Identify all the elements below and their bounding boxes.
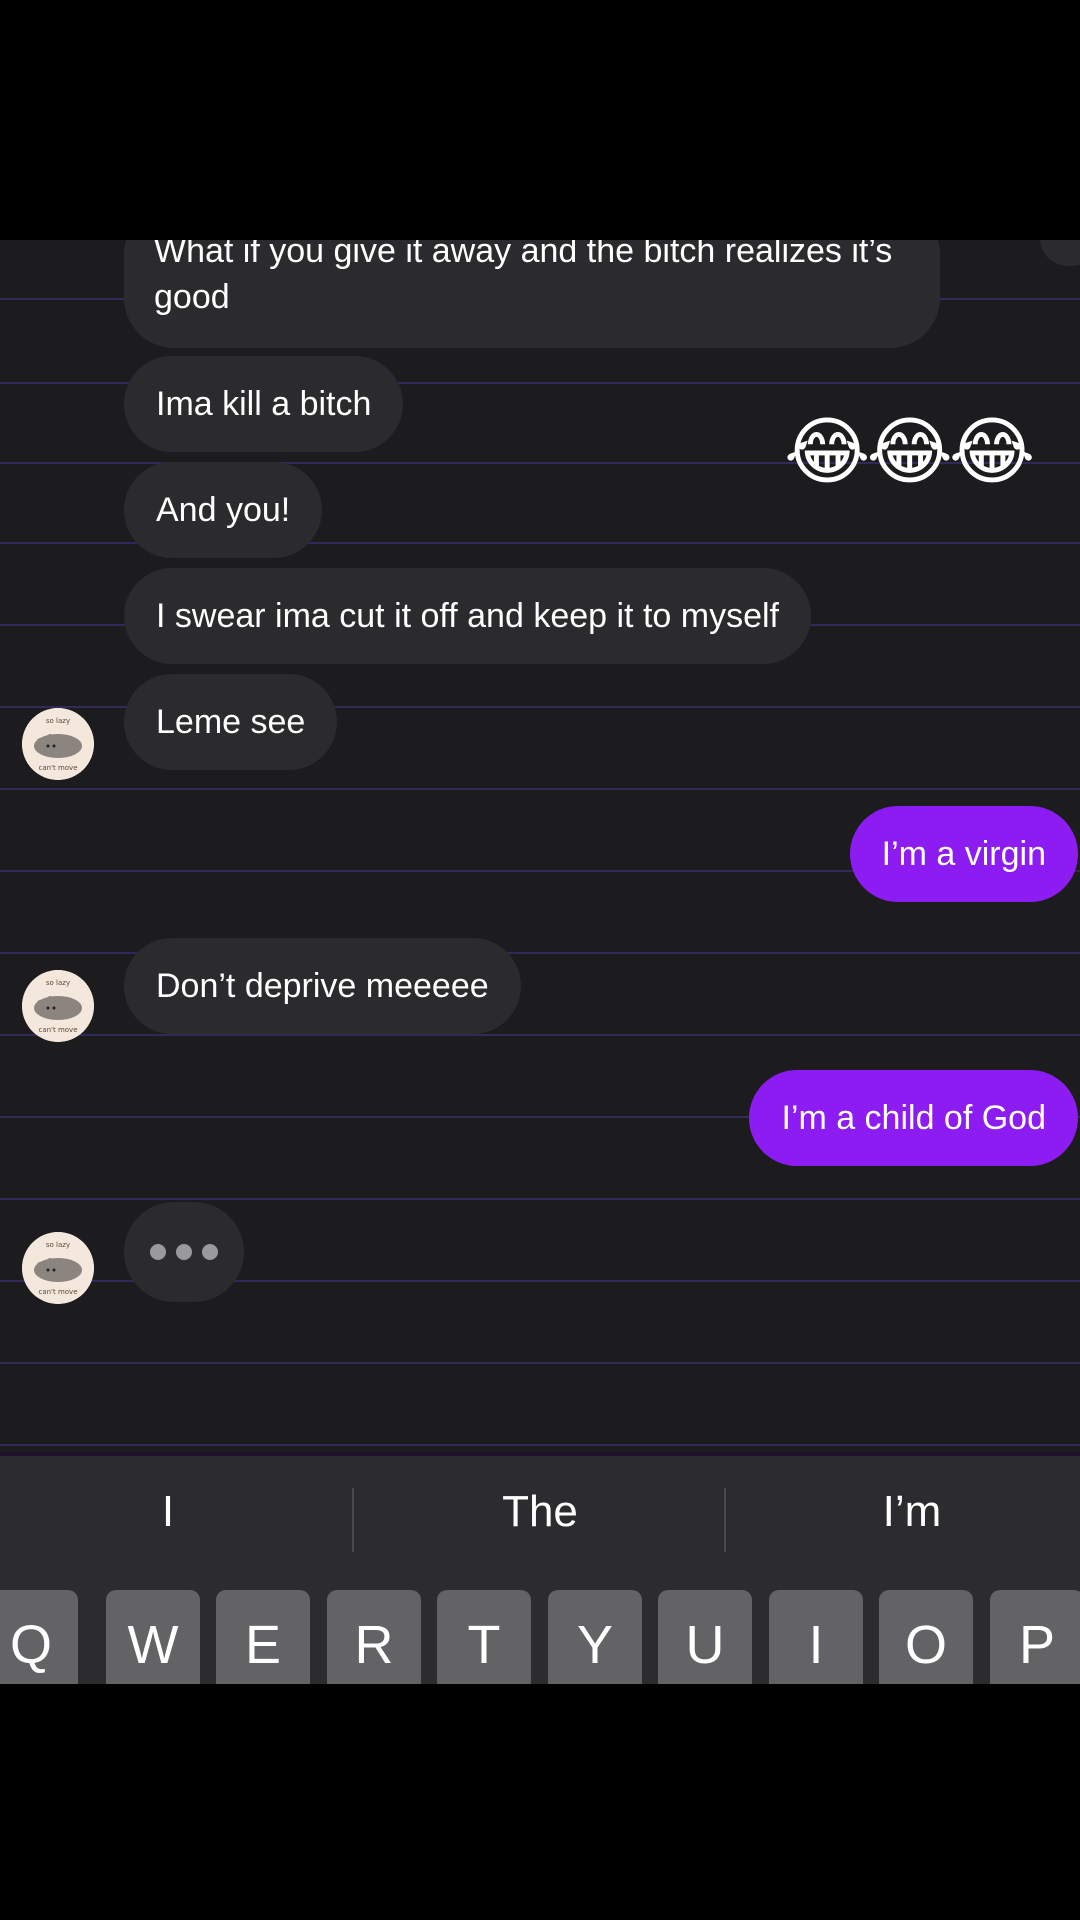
key-w[interactable]: W xyxy=(106,1590,200,1684)
message-bubble-incoming[interactable]: And you! xyxy=(124,462,323,558)
message-text: I’m a virgin xyxy=(881,835,1046,873)
key-u[interactable]: U xyxy=(658,1590,752,1684)
message-text: I swear ima cut it off and keep it to my… xyxy=(156,597,779,635)
key-p[interactable]: P xyxy=(990,1590,1080,1684)
cat-avatar-icon: so lazy can't move xyxy=(22,708,94,780)
background-line xyxy=(0,1034,1080,1036)
key-o[interactable]: O xyxy=(879,1590,973,1684)
suggestion-1[interactable]: I xyxy=(0,1482,348,1542)
avatar-caption-top: so lazy xyxy=(46,1241,70,1249)
reaction-emoji: 😂😂😂 xyxy=(784,409,1035,495)
avatar-caption-bottom: can't move xyxy=(38,1288,77,1296)
key-t[interactable]: T xyxy=(437,1590,531,1684)
cat-avatar-icon: so lazy can't move xyxy=(22,1232,94,1304)
keyboard: I The I’m Q W E R T Y U I O P xyxy=(0,1452,1080,1684)
avatar-caption-bottom: can't move xyxy=(38,764,77,772)
key-y[interactable]: Y xyxy=(548,1590,642,1684)
avatar-caption-top: so lazy xyxy=(46,979,70,987)
contact-avatar[interactable]: so lazy can't move xyxy=(22,708,94,780)
key-q[interactable]: Q xyxy=(0,1590,78,1684)
background-line xyxy=(0,1198,1080,1200)
message-text: I’m a child of God xyxy=(781,1099,1046,1137)
typing-dot xyxy=(176,1244,192,1260)
background-line xyxy=(0,1362,1080,1364)
key-e[interactable]: E xyxy=(216,1590,310,1684)
message-bubble-incoming[interactable]: What if you give it away and the bitch r… xyxy=(124,240,940,348)
contact-avatar[interactable]: so lazy can't move xyxy=(22,1232,94,1304)
suggestion-divider xyxy=(352,1488,354,1552)
avatar-caption-bottom: can't move xyxy=(38,1026,77,1034)
key-i[interactable]: I xyxy=(769,1590,863,1684)
message-text: What if you give it away and the bitch r… xyxy=(154,240,893,316)
message-text: Ima kill a bitch xyxy=(156,385,372,423)
avatar-caption-top: so lazy xyxy=(46,717,70,725)
suggestion-2[interactable]: The xyxy=(360,1482,720,1542)
contact-avatar[interactable]: so lazy can't move xyxy=(22,970,94,1042)
key-r[interactable]: R xyxy=(327,1590,421,1684)
message-text: Don’t deprive meeeee xyxy=(156,967,489,1005)
background-line xyxy=(0,788,1080,790)
message-bubble-incoming[interactable]: I swear ima cut it off and keep it to my… xyxy=(124,568,811,664)
cat-avatar-icon: so lazy can't move xyxy=(22,970,94,1042)
suggestion-3[interactable]: I’m xyxy=(732,1482,1080,1542)
typing-dot xyxy=(202,1244,218,1260)
typing-indicator xyxy=(124,1202,244,1302)
message-text: Leme see xyxy=(156,703,306,741)
message-bubble-outgoing[interactable]: I’m a virgin xyxy=(849,806,1078,902)
message-bubble-incoming[interactable]: Ima kill a bitch xyxy=(124,356,404,452)
message-bubble-incoming[interactable]: Don’t deprive meeeee xyxy=(124,938,521,1034)
message-bubble-outgoing[interactable]: I’m a child of God xyxy=(749,1070,1078,1166)
typing-dot xyxy=(150,1244,166,1260)
background-line xyxy=(0,1444,1080,1446)
message-bubble-incoming[interactable]: Leme see xyxy=(124,674,338,770)
message-text: And you! xyxy=(156,491,291,529)
suggestion-divider xyxy=(724,1488,726,1552)
partial-message-bubble xyxy=(1040,240,1080,266)
